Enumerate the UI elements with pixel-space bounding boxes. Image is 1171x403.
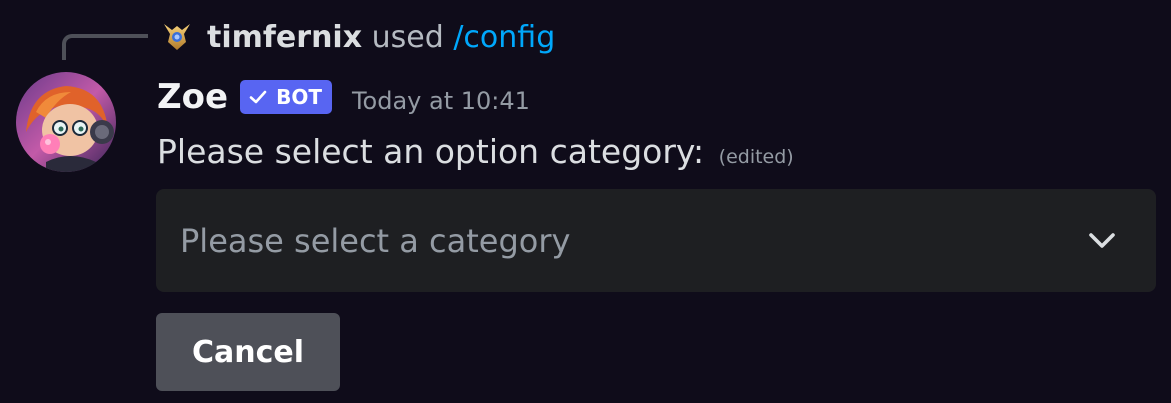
bot-badge-label: BOT <box>276 85 322 109</box>
edited-label: (edited) <box>718 146 794 168</box>
select-placeholder: Please select a category <box>180 221 571 260</box>
message-content: Please select an option category: (edite… <box>157 130 794 179</box>
reply-command-link[interactable]: /config <box>453 20 555 55</box>
check-icon <box>249 90 267 104</box>
bot-avatar[interactable] <box>16 72 116 172</box>
reply-context: timfernix used /config <box>207 18 555 58</box>
message-text: Please select an option category: <box>157 132 705 171</box>
cancel-button[interactable]: Cancel <box>156 313 340 391</box>
message-header: Zoe BOT Today at 10:41 <box>157 74 530 120</box>
bot-badge: BOT <box>240 80 332 114</box>
message-timestamp: Today at 10:41 <box>351 87 530 115</box>
chevron-down-icon[interactable] <box>1084 223 1120 259</box>
category-select-menu[interactable]: Please select a category <box>156 189 1156 292</box>
reply-username[interactable]: timfernix <box>207 20 362 55</box>
reply-user-avatar[interactable] <box>160 20 194 54</box>
reply-connector-line <box>62 34 148 60</box>
bot-username[interactable]: Zoe <box>157 74 228 120</box>
reply-used-text: used <box>371 20 444 55</box>
